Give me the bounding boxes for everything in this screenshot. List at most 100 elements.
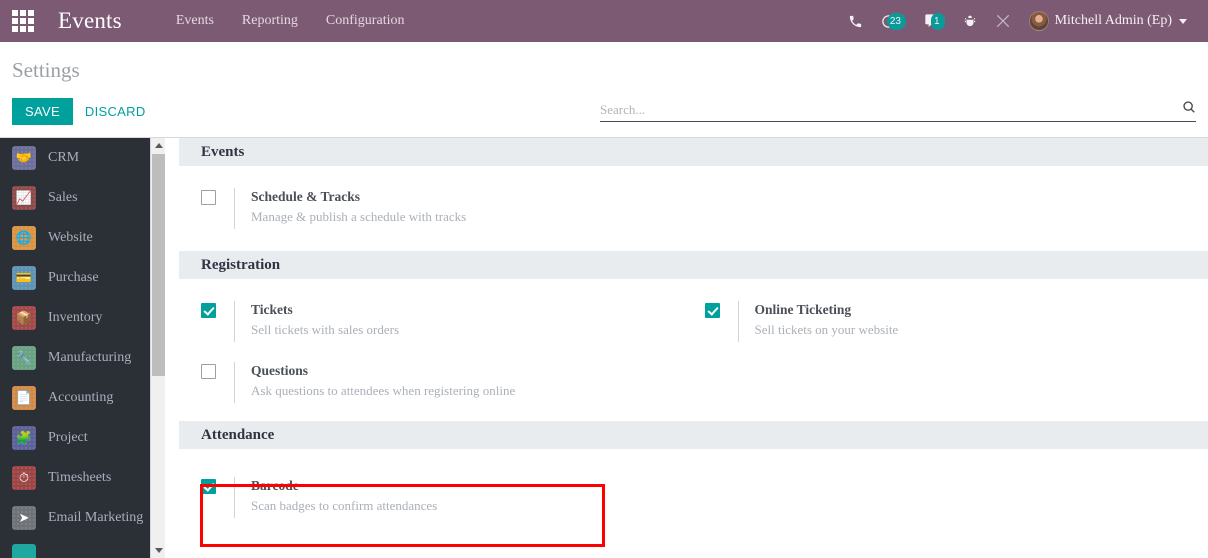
save-button[interactable]: SAVE — [12, 98, 73, 125]
setting-schedule-and-tracks: Schedule & Tracks Manage & publish a sch… — [201, 188, 705, 229]
scroll-up-arrow-icon[interactable] — [151, 138, 165, 153]
barcode-checkbox[interactable] — [201, 479, 216, 494]
search-icon[interactable] — [1176, 100, 1196, 119]
setting-title: Schedule & Tracks — [251, 189, 361, 204]
setting-description: Sell tickets with sales orders — [251, 322, 400, 337]
user-name-label: Mitchell Admin (Ep) — [1054, 13, 1172, 28]
sidebar-item-email-marketing[interactable]: ➤ Email Marketing — [0, 498, 165, 538]
setting-description: Manage & publish a schedule with tracks — [251, 209, 467, 224]
section-header-events: Events — [179, 138, 1208, 166]
scroll-down-arrow-icon[interactable] — [151, 543, 165, 558]
sidebar-item-manufacturing[interactable]: 🔧 Manufacturing — [0, 338, 165, 378]
manufacturing-wrench-icon: 🔧 — [12, 346, 36, 370]
sidebar-item-label: Accounting — [48, 390, 114, 405]
settings-action-buttons: SAVE DISCARD — [12, 98, 146, 125]
setting-description: Sell tickets on your website — [754, 322, 899, 337]
control-panel: Settings SAVE DISCARD — [0, 42, 1208, 138]
section-header-registration: Registration — [179, 251, 1208, 279]
section-title: Events — [201, 143, 245, 160]
setting-tickets: Tickets Sell tickets with sales orders — [201, 301, 705, 342]
setting-text: Online Ticketing Sell tickets on your we… — [737, 301, 899, 342]
apps-grid-icon[interactable] — [0, 0, 46, 42]
sidebar-item-accounting[interactable]: 📄 Accounting — [0, 378, 165, 418]
website-globe-icon: 🌐 — [12, 226, 36, 250]
setting-title: Online Ticketing — [754, 302, 852, 317]
chevron-down-icon — [1179, 18, 1187, 24]
debug-bug-icon[interactable] — [954, 0, 986, 42]
message-count-value: 1 — [934, 15, 940, 27]
setting-title: Barcode — [251, 478, 299, 493]
schedule-and-tracks-checkbox[interactable] — [201, 190, 216, 205]
top-navbar: Events Events Reporting Configuration 23 — [0, 0, 1208, 42]
setting-text: Questions Ask questions to attendees whe… — [234, 362, 515, 403]
activity-count-badge: 23 — [886, 12, 906, 30]
sidebar-scrollbar[interactable] — [150, 138, 165, 558]
phone-glyph — [849, 15, 861, 27]
timesheets-timer-icon: ⏱ — [12, 466, 36, 490]
sidebar-item-project[interactable]: 🧩 Project — [0, 418, 165, 458]
setting-text: Barcode Scan badges to confirm attendanc… — [234, 477, 437, 518]
sidebar-item-crm[interactable]: 🤝 CRM — [0, 138, 165, 178]
sidebar-item-purchase[interactable]: 💳 Purchase — [0, 258, 165, 298]
setting-questions: Questions Ask questions to attendees whe… — [201, 362, 705, 403]
section-title: Registration — [201, 256, 281, 273]
sidebar-item-website[interactable]: 🌐 Website — [0, 218, 165, 258]
nav-item-reporting[interactable]: Reporting — [228, 0, 312, 42]
scrollbar-thumb[interactable] — [152, 154, 165, 376]
setting-description: Ask questions to attendees when register… — [251, 383, 516, 398]
avatar — [1028, 11, 1049, 31]
sidebar-item-next-partial[interactable] — [12, 544, 36, 558]
setting-description: Scan badges to confirm attendances — [251, 498, 438, 513]
sidebar-item-inventory[interactable]: 📦 Inventory — [0, 298, 165, 338]
setting-barcode: Barcode Scan badges to confirm attendanc… — [201, 477, 705, 518]
user-menu[interactable]: Mitchell Admin (Ep) — [1020, 0, 1196, 42]
setting-online-ticketing: Online Ticketing Sell tickets on your we… — [704, 301, 1208, 342]
inventory-box-icon: 📦 — [12, 306, 36, 330]
debug-bug-glyph — [964, 15, 975, 26]
settings-content: Events Schedule & Tracks Manage & publis… — [165, 138, 1208, 558]
section-title: Attendance — [201, 426, 275, 443]
sidebar-item-label: Email Marketing — [48, 510, 144, 525]
app-brand-title: Events — [58, 8, 122, 33]
settings-sidebar: 🤝 CRM 📈 Sales 🌐 Website 💳 Purchase 📦 Inv… — [0, 138, 165, 558]
sidebar-item-label: Inventory — [48, 310, 103, 325]
setting-text: Tickets Sell tickets with sales orders — [234, 301, 399, 342]
messages-icon[interactable]: 1 — [915, 0, 954, 42]
setting-text: Schedule & Tracks Manage & publish a sch… — [234, 188, 466, 229]
section-body-attendance: Barcode Scan badges to confirm attendanc… — [179, 449, 1208, 540]
crm-handshake-icon: 🤝 — [12, 146, 36, 170]
settings-body: 🤝 CRM 📈 Sales 🌐 Website 💳 Purchase 📦 Inv… — [0, 138, 1208, 558]
setting-title: Tickets — [251, 302, 293, 317]
search-bar[interactable] — [600, 98, 1196, 122]
message-count-badge: 1 — [931, 12, 945, 30]
page-title: Settings — [12, 58, 80, 82]
section-header-attendance: Attendance — [179, 421, 1208, 449]
online-ticketing-checkbox[interactable] — [704, 303, 720, 318]
activity-clock-icon[interactable]: 23 — [872, 0, 915, 42]
section-body-events: Schedule & Tracks Manage & publish a sch… — [179, 166, 1208, 251]
sidebar-item-label: CRM — [48, 150, 80, 165]
questions-checkbox[interactable] — [201, 364, 216, 379]
nav-item-configuration[interactable]: Configuration — [312, 0, 419, 42]
search-input[interactable] — [600, 101, 1176, 118]
discard-button[interactable]: DISCARD — [85, 104, 146, 119]
sidebar-item-timesheets[interactable]: ⏱ Timesheets — [0, 458, 165, 498]
sidebar-item-label: Timesheets — [48, 470, 112, 485]
sales-chart-icon: 📈 — [12, 186, 36, 210]
navbar-right-tools: 23 1 Mitchell Admin (Ep) — [839, 0, 1208, 42]
developer-tools-glyph — [996, 15, 1009, 27]
purchase-card-icon: 💳 — [12, 266, 36, 290]
tickets-checkbox[interactable] — [201, 303, 216, 318]
sidebar-item-label: Manufacturing — [48, 350, 132, 365]
accounting-invoice-icon: 📄 — [12, 386, 36, 410]
sidebar-item-sales[interactable]: 📈 Sales — [0, 178, 165, 218]
sidebar-item-label: Website — [48, 230, 93, 245]
setting-title: Questions — [251, 363, 309, 378]
apps-grid-glyph — [12, 10, 34, 32]
developer-tools-icon[interactable] — [986, 0, 1020, 42]
sidebar-item-label: Sales — [48, 190, 78, 205]
main-nav-menu: Events Reporting Configuration — [162, 0, 419, 42]
nav-item-events[interactable]: Events — [162, 0, 228, 42]
phone-icon[interactable] — [839, 0, 872, 42]
email-marketing-send-icon: ➤ — [12, 506, 36, 530]
